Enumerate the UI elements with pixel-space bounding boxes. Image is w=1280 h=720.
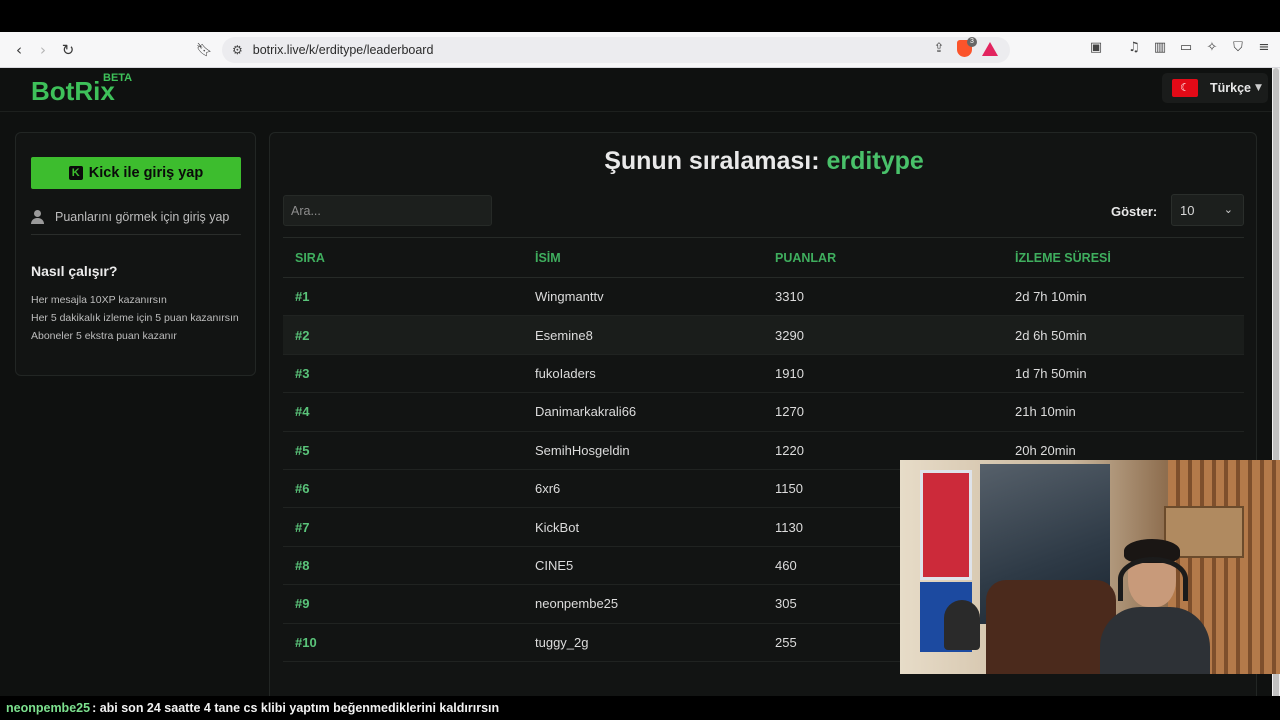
name-cell: CINE5 xyxy=(535,557,574,573)
webcam-chair xyxy=(986,580,1116,674)
site-header: BotRix BETA ☾ Türkçe ▼ xyxy=(0,68,1272,112)
rank-cell: #5 xyxy=(295,442,310,458)
wallet-icon[interactable]: ▭ xyxy=(1178,40,1194,56)
watch-time-cell: 21h 10min xyxy=(1015,404,1076,420)
column-header-name[interactable]: İSİM xyxy=(523,251,763,265)
name-cell: fukoIaders xyxy=(535,365,596,381)
show-label: Göster: xyxy=(1111,204,1158,219)
kick-login-label: Kick ile giriş yap xyxy=(88,165,204,181)
chevron-down-icon: ▼ xyxy=(1255,83,1262,93)
table-row: #1 Wingmanttv 3310 2d 7h 10min xyxy=(283,278,1244,317)
vpn-icon[interactable]: ⛉ xyxy=(1230,40,1246,56)
points-cell: 1910 xyxy=(775,365,804,381)
chat-username: neonpembe25 xyxy=(6,701,91,715)
back-icon[interactable]: ‹ xyxy=(8,39,30,61)
sidebar-panel: K Kick ile giriş yap Puanlarını görmek i… xyxy=(15,132,256,376)
headset-icon xyxy=(1118,557,1188,601)
name-cell: neonpembe25 xyxy=(535,596,619,612)
reader-icon[interactable]: ▣ xyxy=(1088,40,1104,56)
rank-cell: #7 xyxy=(295,519,310,535)
shields-count-badge: 3 xyxy=(967,37,977,47)
address-bar[interactable]: ⚙ botrix.live/k/erditype/leaderboard ⇪ 3 xyxy=(222,37,1010,63)
chevron-down-icon: ⌄ xyxy=(1223,203,1233,216)
column-header-points[interactable]: PUANLAR xyxy=(763,251,1003,265)
name-cell: Wingmanttv xyxy=(535,289,604,305)
watch-time-cell: 2d 6h 50min xyxy=(1015,327,1087,343)
user-icon xyxy=(31,209,45,224)
site-settings-icon[interactable]: ⚙ xyxy=(232,43,243,57)
how-item: Her mesajla 10XP kazanırsın xyxy=(31,294,167,306)
rank-cell: #9 xyxy=(295,596,310,612)
url-text: botrix.live/k/erditype/leaderboard xyxy=(252,43,434,57)
how-item: Aboneler 5 ekstra puan kazanır xyxy=(31,330,177,342)
points-cell: 3310 xyxy=(775,289,804,305)
name-cell: tuggy_2g xyxy=(535,634,589,650)
language-selector[interactable]: ☾ Türkçe ▼ xyxy=(1162,73,1268,103)
how-it-works-list: Her mesajla 10XP kazanırsın Her 5 dakika… xyxy=(31,291,239,345)
how-it-works-title: Nasıl çalışır? xyxy=(31,263,118,279)
table-row: #3 fukoIaders 1910 1d 7h 50min xyxy=(283,355,1244,394)
name-cell: Danimarkakrali66 xyxy=(535,404,637,420)
webcam-microphone xyxy=(944,600,980,650)
media-icon[interactable]: ♫ xyxy=(1126,40,1142,56)
watch-time-cell: 1d 7h 50min xyxy=(1015,365,1087,381)
rank-cell: #10 xyxy=(295,634,317,650)
table-row: #2 Esemine8 3290 2d 6h 50min xyxy=(283,316,1244,355)
watch-time-cell: 20h 20min xyxy=(1015,442,1076,458)
name-cell: 6xr6 xyxy=(535,481,561,497)
language-label: Türkçe xyxy=(1210,81,1251,95)
chat-overlay: neonpembe25 : abi son 24 saatte 4 tane c… xyxy=(0,696,1280,720)
brave-rewards-icon[interactable] xyxy=(982,41,998,56)
title-prefix: Şunun sıralaması: xyxy=(604,147,820,175)
name-cell: KickBot xyxy=(535,519,580,535)
watch-time-cell: 2d 7h 10min xyxy=(1015,289,1087,305)
bookmark-icon[interactable]: 🔖︎ xyxy=(193,39,215,61)
points-cell: 3290 xyxy=(775,327,804,343)
page-size-select[interactable]: 10 ⌄ xyxy=(1171,194,1244,226)
webcam-streamer xyxy=(1100,539,1210,674)
share-icon[interactable]: ⇪ xyxy=(931,41,947,57)
rank-cell: #4 xyxy=(295,404,310,420)
top-black-strip xyxy=(0,0,1280,32)
name-cell: Esemine8 xyxy=(535,327,593,343)
login-hint-text: Puanlarını görmek için giriş yap xyxy=(55,209,230,224)
table-row: #4 Danimarkakrali66 1270 21h 10min xyxy=(283,393,1244,432)
reload-icon[interactable]: ↻ xyxy=(57,39,79,61)
streamer-webcam xyxy=(900,460,1280,674)
login-hint[interactable]: Puanlarını görmek için giriş yap xyxy=(31,205,241,235)
sidebar-icon[interactable]: ▥ xyxy=(1152,40,1168,56)
column-header-watch-time[interactable]: İZLEME SÜRESİ xyxy=(1003,251,1244,265)
kick-logo-icon: K xyxy=(68,166,83,180)
browser-right-icons: ▣ ♫ ▥ ▭ ✧ ⛉ ≡ xyxy=(1088,40,1272,56)
search-input[interactable] xyxy=(283,195,492,226)
rank-cell: #8 xyxy=(295,557,310,573)
name-cell: SemihHosgeldin xyxy=(535,442,630,458)
kick-login-button[interactable]: K Kick ile giriş yap xyxy=(31,157,241,189)
leaderboard-title: Şunun sıralaması: erditype xyxy=(270,147,1256,176)
leo-ai-icon[interactable]: ✧ xyxy=(1204,40,1220,56)
rank-cell: #3 xyxy=(295,365,310,381)
brave-shields-icon[interactable]: 3 xyxy=(957,37,977,57)
column-header-rank[interactable]: SIRA xyxy=(283,251,523,265)
how-item: Her 5 dakikalık izleme için 5 puan kazan… xyxy=(31,312,239,324)
forward-icon[interactable]: › xyxy=(32,39,54,61)
points-cell: 1220 xyxy=(775,442,804,458)
table-header: SIRA İSİM PUANLAR İZLEME SÜRESİ xyxy=(283,238,1244,278)
rank-cell: #1 xyxy=(295,289,310,305)
webcam-poster xyxy=(920,470,972,580)
chat-message: : abi son 24 saatte 4 tane cs klibi yapt… xyxy=(92,701,500,715)
points-cell: 1270 xyxy=(775,404,804,420)
rank-cell: #2 xyxy=(295,327,310,343)
turkey-flag-icon: ☾ xyxy=(1172,79,1198,97)
streamer-body xyxy=(1100,607,1210,674)
rank-cell: #6 xyxy=(295,481,310,497)
page-size-value: 10 xyxy=(1180,202,1195,218)
beta-badge: BETA xyxy=(103,72,133,84)
channel-name: erditype xyxy=(826,147,924,175)
menu-icon[interactable]: ≡ xyxy=(1256,40,1272,56)
